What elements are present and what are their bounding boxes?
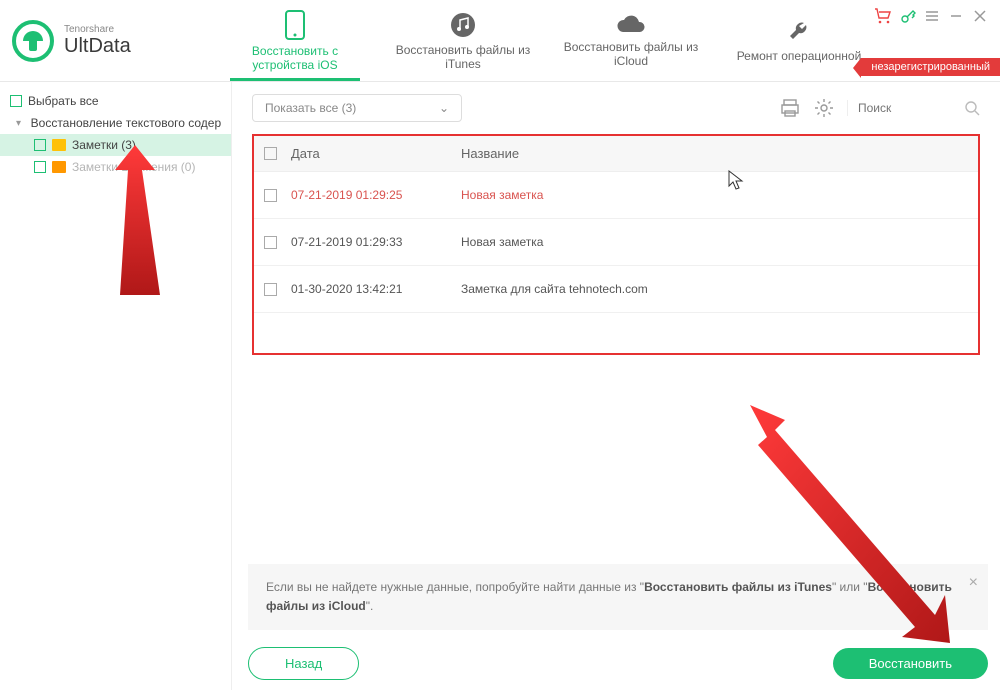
sidebar-item-notes[interactable]: Заметки (3): [0, 134, 231, 156]
table-header: Дата Название: [254, 136, 978, 172]
attachments-icon: [52, 161, 66, 173]
checkbox[interactable]: [34, 161, 46, 173]
hint-message: × Если вы не найдете нужные данные, попр…: [248, 564, 988, 630]
search-input[interactable]: [858, 101, 958, 115]
itunes-icon: [449, 11, 477, 39]
cell-title: Новая заметка: [461, 188, 968, 202]
minimize-icon[interactable]: [948, 8, 964, 24]
hint-text-mid: " или ": [832, 580, 868, 594]
table-row[interactable]: 07-21-2019 01:29:33 Новая заметка: [254, 219, 978, 266]
toolbar: Показать все (3) ⌄: [232, 82, 1000, 134]
menu-icon[interactable]: [924, 8, 940, 24]
row-checkbox[interactable]: [264, 236, 277, 249]
footer: Назад Восстановить: [248, 647, 988, 680]
tab-repair-os[interactable]: Ремонт операционной: [724, 1, 874, 81]
gear-icon[interactable]: [813, 97, 835, 119]
key-icon[interactable]: [900, 8, 916, 24]
cell-title: Новая заметка: [461, 235, 968, 249]
close-icon[interactable]: [972, 8, 988, 24]
results-table: Дата Название 07-21-2019 01:29:25 Новая …: [252, 134, 980, 355]
select-all-checkbox[interactable]: [264, 147, 277, 160]
cell-title: Заметка для сайта tehnotech.com: [461, 282, 968, 296]
search-box[interactable]: [847, 100, 980, 116]
row-checkbox[interactable]: [264, 283, 277, 296]
back-button[interactable]: Назад: [248, 647, 359, 680]
notes-icon: [52, 139, 66, 151]
tab-label: Ремонт операционной: [737, 49, 862, 63]
wrench-icon: [786, 19, 812, 45]
cart-icon[interactable]: [874, 8, 892, 24]
main-tabs: Восстановить с устройства iOS Восстанови…: [220, 1, 874, 81]
tab-label: Восстановить файлы из iTunes: [388, 43, 538, 71]
header: Tenorshare UltData Восстановить с устрой…: [0, 0, 1000, 82]
logo-icon: [12, 20, 54, 62]
checkbox[interactable]: [10, 95, 22, 107]
col-title-header: Название: [461, 146, 968, 161]
dropdown-label: Показать все (3): [265, 101, 356, 115]
row-checkbox[interactable]: [264, 189, 277, 202]
sidebar-item-attachments[interactable]: Заметки Вложения (0): [0, 156, 231, 178]
sidebar-item-label: Заметки Вложения (0): [72, 160, 195, 174]
tab-label: Восстановить файлы из iCloud: [556, 40, 706, 68]
sidebar-group[interactable]: ▾ Восстановление текстового содержимо: [0, 112, 231, 134]
brand-product: UltData: [64, 35, 131, 57]
tab-label: Восстановить с устройства iOS: [220, 44, 370, 72]
cell-date: 01-30-2020 13:42:21: [291, 282, 461, 296]
search-icon: [964, 100, 980, 116]
cell-date: 07-21-2019 01:29:25: [291, 188, 461, 202]
sidebar-item-label: Заметки (3): [72, 138, 136, 152]
table-row[interactable]: 07-21-2019 01:29:25 Новая заметка: [254, 172, 978, 219]
hint-text-suffix: ".: [366, 599, 374, 613]
close-icon[interactable]: ×: [969, 570, 978, 596]
tab-recover-icloud[interactable]: Восстановить файлы из iCloud: [556, 1, 706, 81]
filter-dropdown[interactable]: Показать все (3) ⌄: [252, 94, 462, 122]
group-label: Восстановление текстового содержимо: [31, 116, 221, 130]
phone-icon: [284, 10, 306, 40]
table-row[interactable]: 01-30-2020 13:42:21 Заметка для сайта te…: [254, 266, 978, 313]
recover-button[interactable]: Восстановить: [833, 648, 988, 679]
hint-opt1: Восстановить файлы из iTunes: [644, 580, 832, 594]
checkbox[interactable]: [34, 139, 46, 151]
logo: Tenorshare UltData: [12, 20, 220, 62]
print-icon[interactable]: [779, 97, 801, 119]
tab-recover-itunes[interactable]: Восстановить файлы из iTunes: [388, 1, 538, 81]
select-all-row[interactable]: Выбрать все: [0, 90, 231, 112]
select-all-label: Выбрать все: [28, 94, 99, 108]
col-date-header: Дата: [291, 146, 461, 161]
collapse-icon[interactable]: ▾: [16, 118, 25, 129]
sidebar: Выбрать все ▾ Восстановление текстового …: [0, 82, 232, 690]
chevron-down-icon: ⌄: [439, 101, 449, 115]
unregistered-badge: незарегистрированный: [861, 58, 1000, 76]
tab-recover-ios[interactable]: Восстановить с устройства iOS: [220, 1, 370, 81]
brand-company: Tenorshare: [64, 24, 131, 35]
cloud-icon: [615, 14, 647, 36]
cell-date: 07-21-2019 01:29:33: [291, 235, 461, 249]
hint-text-prefix: Если вы не найдете нужные данные, попроб…: [266, 580, 644, 594]
